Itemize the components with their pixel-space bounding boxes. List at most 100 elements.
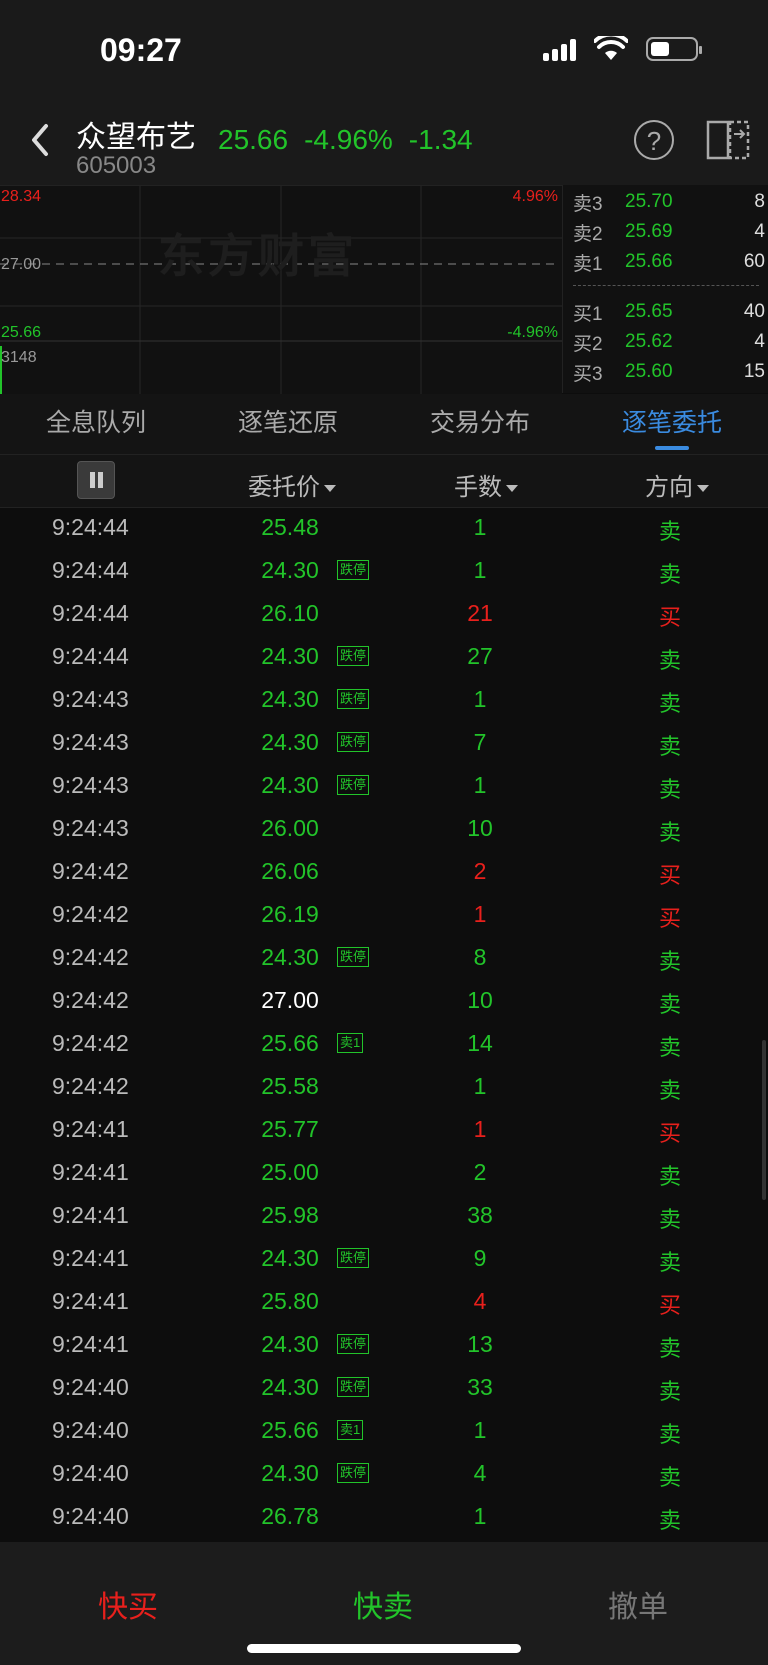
order-price: 25.66 [261,1030,319,1056]
ask-volume: 4 [754,221,765,242]
order-time: 9:24:43 [52,815,129,841]
order-price: 24.30 [261,944,319,970]
order-direction: 卖 [658,992,681,1017]
quick-buy-button[interactable]: 快买 [98,1582,158,1626]
order-row[interactable]: 9:24:44 24.30 跌停 1 卖 [0,549,768,592]
order-time: 9:24:44 [52,643,129,669]
ask-label: 卖3 [573,193,603,215]
order-direction: 卖 [658,1379,681,1404]
back-arrow-icon[interactable] [22,120,62,160]
order-row[interactable]: 9:24:41 24.30 跌停 9 卖 [0,1237,768,1280]
order-direction: 买 [658,863,681,888]
order-row[interactable]: 9:24:43 26.00 10 卖 [0,807,768,850]
order-time: 9:24:43 [52,729,129,755]
order-row[interactable]: 9:24:41 25.77 1 买 [0,1108,768,1151]
bid-label: 买1 [573,303,603,325]
order-row[interactable]: 9:24:43 24.30 跌停 1 卖 [0,764,768,807]
battery-icon [646,37,702,61]
order-volume: 9 [473,1245,487,1271]
order-volume: 7 [473,729,487,755]
sort-direction-header[interactable]: 方向 [645,467,709,502]
order-row[interactable]: 9:24:43 24.30 跌停 7 卖 [0,721,768,764]
stock-name: 众望布艺 [76,121,196,154]
order-price: 24.30 [261,1460,319,1486]
help-icon[interactable]: ? [634,120,674,160]
switch-layout-icon[interactable] [706,120,750,160]
price-tag-badge: 跌停 [337,775,370,795]
order-row[interactable]: 9:24:44 25.48 1 卖 [0,506,768,549]
order-time: 9:24:42 [52,858,129,884]
bid-price: 25.62 [625,331,673,352]
order-volume: 1 [473,686,487,712]
order-volume: 1 [473,1503,487,1529]
pause-button[interactable] [77,461,115,499]
tab-trade-distribution[interactable]: 交易分布 [384,394,576,454]
order-row[interactable]: 9:24:42 27.00 10 卖 [0,979,768,1022]
order-volume: 27 [467,643,493,669]
tab-tick-orders[interactable]: 逐笔委托 [576,394,768,454]
order-volume: 14 [467,1030,493,1056]
order-volume: 2 [473,1159,487,1185]
order-direction: 买 [658,605,681,630]
price-tag-badge: 跌停 [337,689,370,709]
order-row[interactable]: 9:24:40 24.30 跌停 4 卖 [0,1452,768,1495]
sort-price-header[interactable]: 委托价 [248,467,336,502]
order-time: 9:24:44 [52,514,129,540]
bid-volume: 15 [743,361,765,382]
order-row[interactable]: 9:24:42 26.06 2 买 [0,850,768,893]
order-price: 24.30 [261,557,319,583]
order-price: 25.48 [261,514,319,540]
order-row[interactable]: 9:24:42 26.19 1 买 [0,893,768,936]
intraday-chart[interactable]: 东方财富 28.34 4.96% 27.00 25.66 -4.96% 3148 [0,185,562,395]
direction-header-label: 方向 [645,474,693,501]
order-time: 9:24:41 [52,1116,129,1142]
tab-full-queue[interactable]: 全息队列 [0,394,192,454]
order-time: 9:24:41 [52,1245,129,1271]
order-price: 25.98 [261,1202,319,1228]
order-time: 9:24:42 [52,1073,129,1099]
order-row[interactable]: 9:24:41 25.80 4 买 [0,1280,768,1323]
price-tag-badge: 跌停 [337,1463,370,1483]
status-time: 09:27 [100,32,182,68]
status-icons [543,36,702,62]
order-price: 24.30 [261,729,319,755]
order-volume: 1 [473,1073,487,1099]
order-row[interactable]: 9:24:40 26.78 1 卖 [0,1495,768,1538]
quick-sell-button[interactable]: 快卖 [353,1582,413,1626]
tab-tick-restore[interactable]: 逐笔还原 [192,394,384,454]
order-row[interactable]: 9:24:40 25.66 卖1 1 卖 [0,1409,768,1452]
tick-order-list[interactable]: 9:24:44 25.48 1 卖 9:24:44 24.30 跌停 1 卖 9:24:44 26.… [0,506,768,1542]
order-direction: 卖 [658,777,681,802]
change-percent: -4.96% [304,124,393,155]
change-amount: -1.34 [408,124,473,155]
order-direction: 卖 [658,1250,681,1275]
order-row[interactable]: 9:24:42 25.58 1 卖 [0,1065,768,1108]
order-row[interactable]: 9:24:40 24.30 跌停 33 卖 [0,1366,768,1409]
order-row[interactable]: 9:24:41 25.98 38 卖 [0,1194,768,1237]
order-price: 24.30 [261,643,319,669]
bid-label: 买2 [573,333,603,355]
home-indicator[interactable] [247,1644,521,1653]
wifi-icon [594,36,628,60]
order-row[interactable]: 9:24:44 26.10 21 买 [0,592,768,635]
status-bar: 09:27 [0,0,768,100]
order-volume: 8 [473,944,487,970]
chart-watermark: 东方财富 [158,230,358,282]
sort-caret-icon [697,485,709,493]
bid-volume: 40 [743,301,765,322]
order-price: 24.30 [261,1245,319,1271]
sort-volume-header[interactable]: 手数 [454,467,518,502]
scrollbar-thumb[interactable] [762,1040,766,1200]
order-row[interactable]: 9:24:42 25.66 卖1 14 卖 [0,1022,768,1065]
cancel-order-button[interactable]: 撤单 [608,1582,668,1626]
order-row[interactable]: 9:24:43 24.30 跌停 1 卖 [0,678,768,721]
order-volume: 1 [473,514,487,540]
ask-price: 25.66 [625,251,673,272]
order-direction: 卖 [658,1207,681,1232]
sort-caret-icon [506,485,518,493]
order-row[interactable]: 9:24:41 25.00 2 卖 [0,1151,768,1194]
order-row[interactable]: 9:24:42 24.30 跌停 8 卖 [0,936,768,979]
order-row[interactable]: 9:24:41 24.30 跌停 13 卖 [0,1323,768,1366]
order-row[interactable]: 9:24:44 24.30 跌停 27 卖 [0,635,768,678]
bid-row: 买2 25.62 4 [573,327,765,357]
